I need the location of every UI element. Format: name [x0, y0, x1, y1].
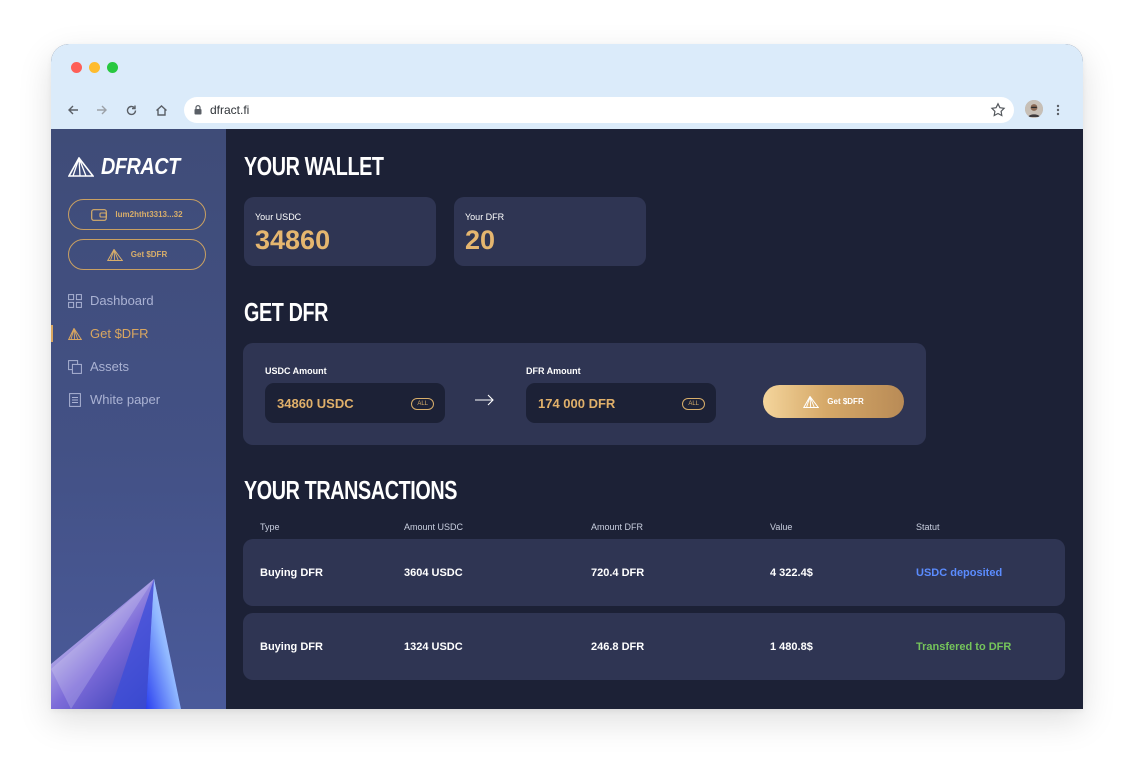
dfract-logo-icon [803, 395, 820, 408]
forward-icon[interactable] [93, 101, 111, 119]
sidebar-item-dashboard[interactable]: Dashboard [51, 284, 226, 317]
swap-panel: USDC Amount 34860 USDC ALL DFR Amount 17… [243, 343, 926, 445]
browser-chrome: dfract.fi [51, 44, 1083, 129]
cell-amount-usdc: 1324 USDC [404, 641, 463, 653]
get-dfr-title: GET DFR [244, 297, 329, 327]
dfr-balance-value: 20 [465, 225, 496, 255]
dfract-logo-icon [106, 248, 123, 261]
sidebar-item-label: Assets [90, 359, 130, 374]
dfract-logo-icon [68, 156, 94, 177]
url-text: dfract.fi [210, 103, 250, 117]
dashboard-icon [68, 293, 82, 308]
sidebar-item-assets[interactable]: Assets [51, 350, 226, 383]
assets-icon [68, 359, 82, 374]
cell-amount-dfr: 720.4 DFR [591, 567, 645, 579]
arrow-right-icon [475, 394, 494, 406]
dfr-all-button[interactable]: ALL [682, 398, 705, 410]
cell-value: 1 480.8$ [770, 641, 813, 653]
sidebar-item-label: Get $DFR [90, 326, 149, 341]
wallet-title: YOUR WALLET [244, 151, 384, 181]
star-icon[interactable] [990, 102, 1006, 118]
column-header-value: Value [770, 522, 793, 532]
browser-window: dfract.fi DFRACT lum2htht3313...32 Get $… [51, 44, 1083, 709]
sidebar-item-get-dfr[interactable]: Get $DFR [51, 317, 226, 350]
cell-type: Buying DFR [260, 641, 323, 653]
dfr-amount-input[interactable]: 174 000 DFR ALL [526, 383, 716, 423]
get-dfr-button[interactable]: Get $DFR [763, 385, 904, 418]
get-dfr-button-label: Get $DFR [827, 397, 864, 406]
transactions-header: Type Amount USDC Amount DFR Value Statut [243, 522, 1065, 536]
usdc-all-button[interactable]: ALL [411, 398, 434, 410]
transactions-title: YOUR TRANSACTIONS [244, 475, 458, 505]
sidebar: DFRACT lum2htht3313...32 Get $DFR Dashbo… [51, 129, 226, 709]
usdc-balance-label: Your USDC [255, 212, 302, 222]
usdc-balance-card: Your USDC 34860 [244, 197, 436, 266]
sidebar-item-label: Dashboard [90, 293, 154, 308]
usdc-amount-input[interactable]: 34860 USDC ALL [265, 383, 445, 423]
prism-illustration [51, 579, 181, 709]
reload-icon[interactable] [122, 101, 140, 119]
wallet-address-button[interactable]: lum2htht3313...32 [68, 199, 206, 230]
close-window-button[interactable] [71, 62, 82, 73]
cell-value: 4 322.4$ [770, 567, 813, 579]
kebab-icon[interactable] [1054, 101, 1062, 119]
wallet-icon [91, 208, 108, 221]
cell-amount-usdc: 3604 USDC [404, 567, 463, 579]
dfr-amount-value: 174 000 DFR [538, 396, 616, 411]
address-bar[interactable]: dfract.fi [184, 97, 1014, 123]
main-content: YOUR WALLET Your USDC 34860 Your DFR 20 … [226, 129, 1083, 709]
column-header-type: Type [260, 522, 280, 532]
column-header-statut: Statut [916, 522, 940, 532]
table-row: Buying DFR 3604 USDC 720.4 DFR 4 322.4$ … [243, 539, 1065, 606]
dfract-logo-icon [68, 327, 82, 341]
usdc-balance-value: 34860 [255, 225, 331, 255]
dfr-balance-label: Your DFR [465, 212, 505, 222]
dfr-balance-card: Your DFR 20 [454, 197, 646, 266]
table-row: Buying DFR 1324 USDC 246.8 DFR 1 480.8$ … [243, 613, 1065, 680]
document-icon [68, 392, 82, 407]
cell-type: Buying DFR [260, 567, 323, 579]
sidebar-get-dfr-button[interactable]: Get $DFR [68, 239, 206, 270]
logo-text: DFRACT [101, 153, 180, 179]
column-header-amount-dfr: Amount DFR [591, 522, 644, 532]
minimize-window-button[interactable] [89, 62, 100, 73]
lock-icon [194, 104, 204, 116]
back-icon[interactable] [64, 101, 82, 119]
sidebar-menu: Dashboard Get $DFR Assets White paper [51, 284, 226, 416]
sidebar-get-dfr-label: Get $DFR [130, 250, 168, 259]
dfract-logo[interactable]: DFRACT [68, 153, 193, 180]
sidebar-item-label: White paper [90, 392, 161, 407]
usdc-amount-label: USDC Amount [265, 366, 327, 376]
usdc-amount-value: 34860 USDC [277, 396, 354, 411]
cell-status: Transfered to DFR [916, 641, 1012, 653]
wallet-address: lum2htht3313...32 [115, 210, 183, 219]
column-header-amount-usdc: Amount USDC [404, 522, 464, 532]
home-icon[interactable] [152, 101, 170, 119]
cell-status: USDC deposited [916, 567, 1003, 579]
sidebar-item-white-paper[interactable]: White paper [51, 383, 226, 416]
dfr-amount-label: DFR Amount [526, 366, 581, 376]
maximize-window-button[interactable] [107, 62, 118, 73]
cell-amount-dfr: 246.8 DFR [591, 641, 645, 653]
avatar[interactable] [1025, 100, 1043, 118]
